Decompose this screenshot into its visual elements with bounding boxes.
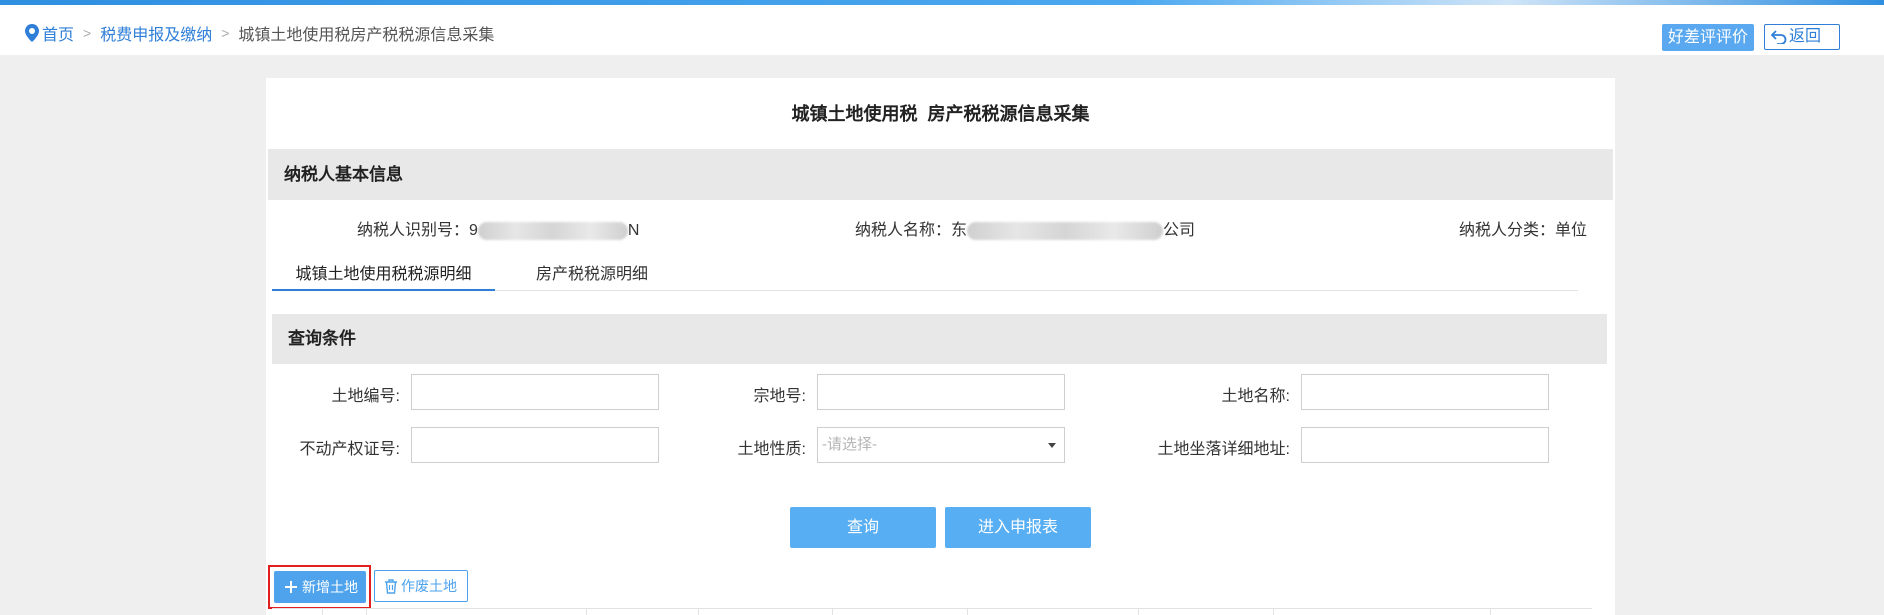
parcel-number-label: 宗地号: [753, 388, 806, 405]
header: 首页 > 税费申报及缴纳 > 城镇土地使用税房产税税源信息采集 好差评评价 返回 [0, 5, 1884, 55]
tab-bar: 城镇土地使用税税源明细 房产税税源明细 [272, 261, 1578, 291]
redacted-name [967, 221, 1164, 240]
breadcrumb-current: 城镇土地使用税房产税税源信息采集 [238, 27, 495, 44]
return-icon [1771, 30, 1787, 44]
redacted-id [477, 221, 628, 240]
location-pin-icon [25, 24, 39, 42]
breadcrumb: 首页 > 税费申报及缴纳 > 城镇土地使用税房产税税源信息采集 [25, 21, 494, 45]
land-name-label: 土地名称: [1221, 388, 1290, 405]
add-land-label: 新增土地 [302, 579, 358, 595]
plus-icon [285, 581, 297, 593]
land-address-input[interactable] [1301, 427, 1549, 463]
trash-icon [385, 578, 397, 594]
taxpayer-category-value: 单位 [1555, 222, 1588, 239]
land-number-input[interactable] [411, 374, 659, 410]
table-col-divider [586, 609, 587, 615]
parcel-number-input[interactable] [817, 374, 1065, 410]
back-button-label: 返回 [1789, 28, 1822, 45]
table-col-divider [1490, 609, 1491, 615]
property-cert-label: 不动产权证号: [299, 441, 400, 458]
add-land-button[interactable]: 新增土地 [274, 571, 366, 603]
chevron-down-icon [1048, 443, 1056, 448]
taxpayer-info-header: 纳税人基本信息 [268, 149, 1613, 200]
void-land-label: 作废土地 [401, 578, 457, 594]
breadcrumb-home[interactable]: 首页 [42, 21, 74, 45]
table-col-divider [1273, 609, 1274, 615]
taxpayer-name: 纳税人名称：东 公司 [855, 216, 1195, 240]
taxpayer-id: 纳税人识别号：9 N [357, 216, 639, 240]
taxpayer-name-label: 纳税人名称： [855, 222, 952, 239]
property-cert-input[interactable] [411, 427, 659, 463]
taxpayer-id-label: 纳税人识别号： [357, 222, 470, 239]
table-col-divider [698, 609, 699, 615]
results-table-header [272, 608, 1592, 615]
main-panel: 城镇土地使用税 房产税税源信息采集 纳税人基本信息 纳税人识别号：9 N 纳税人名… [266, 78, 1615, 615]
land-nature-select[interactable]: -请选择- [817, 427, 1065, 463]
land-nature-label: 土地性质: [737, 441, 806, 458]
taxpayer-id-suffix: N [627, 222, 640, 239]
taxpayer-category: 纳税人分类：单位 [1459, 216, 1587, 240]
table-col-divider [366, 609, 367, 615]
enter-report-button[interactable]: 进入申报表 [945, 507, 1091, 548]
void-land-button[interactable]: 作废土地 [374, 570, 468, 602]
back-button[interactable]: 返回 [1764, 24, 1840, 50]
breadcrumb-separator: > [221, 25, 230, 41]
tab-property-tax[interactable]: 房产税税源明细 [512, 261, 672, 291]
table-col-divider [967, 609, 968, 615]
query-conditions-header: 查询条件 [272, 314, 1607, 364]
taxpayer-name-suffix: 公司 [1163, 222, 1196, 239]
evaluation-button[interactable]: 好差评评价 [1662, 24, 1754, 51]
taxpayer-name-prefix: 东 [951, 222, 968, 239]
table-col-divider [832, 609, 833, 615]
query-button[interactable]: 查询 [790, 507, 936, 548]
tab-land-use-tax[interactable]: 城镇土地使用税税源明细 [272, 261, 495, 291]
breadcrumb-tax-filing[interactable]: 税费申报及缴纳 [100, 21, 212, 45]
taxpayer-category-label: 纳税人分类： [1459, 222, 1556, 239]
land-number-label: 土地编号: [331, 388, 400, 405]
land-name-input[interactable] [1301, 374, 1549, 410]
land-address-label: 土地坐落详细地址: [1157, 441, 1290, 458]
breadcrumb-separator: > [83, 25, 92, 41]
table-col-divider [1138, 609, 1139, 615]
taxpayer-id-prefix: 9 [469, 222, 478, 239]
table-col-divider [322, 609, 323, 615]
land-nature-placeholder: -请选择- [822, 436, 877, 453]
page-title: 城镇土地使用税 房产税税源信息采集 [791, 104, 1090, 124]
